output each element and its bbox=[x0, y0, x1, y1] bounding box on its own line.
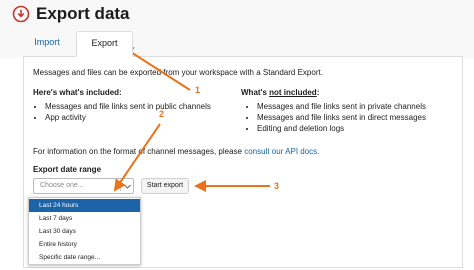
api-info-text: For information on the format of channel… bbox=[33, 147, 245, 156]
intro-text: Messages and files can be exported from … bbox=[33, 68, 323, 77]
included-list: Messages and file links sent in public c… bbox=[33, 101, 211, 123]
annotation-number-3: 3 bbox=[274, 181, 280, 191]
select-placeholder: Choose one... bbox=[40, 182, 84, 189]
date-range-label: Export date range bbox=[33, 165, 102, 174]
page-title: Export data bbox=[36, 4, 130, 23]
annotation-number-2: 2 bbox=[159, 109, 165, 119]
start-export-button[interactable]: Start export bbox=[141, 178, 189, 194]
export-data-page: Export data Import Export Messages and f… bbox=[0, 0, 474, 270]
tab-bar: Import Export bbox=[23, 31, 463, 57]
not-included-heading: What's not included: bbox=[241, 88, 319, 97]
api-info-end: . bbox=[317, 147, 320, 156]
list-item: Messages and file links sent in private … bbox=[257, 101, 426, 112]
date-range-dropdown: Last 24 hours Last 7 days Last 30 days E… bbox=[28, 197, 141, 265]
download-cloud-icon bbox=[12, 5, 30, 23]
not-included-list: Messages and file links sent in private … bbox=[245, 101, 426, 134]
select-divider bbox=[120, 181, 121, 191]
page-header: Export data bbox=[12, 4, 130, 24]
api-docs-link[interactable]: consult our API docs bbox=[244, 147, 317, 156]
heading-suffix: : bbox=[316, 88, 320, 97]
chevron-down-icon bbox=[124, 184, 131, 189]
included-heading: Here's what's included: bbox=[33, 88, 122, 97]
list-item: Messages and file links sent in public c… bbox=[45, 101, 211, 112]
heading-underlined: not included bbox=[269, 88, 317, 97]
date-range-select[interactable]: Choose one... bbox=[33, 178, 134, 194]
api-info: For information on the format of channel… bbox=[33, 147, 319, 156]
heading-prefix: What's bbox=[241, 88, 270, 97]
option-entire-history[interactable]: Entire history bbox=[29, 238, 140, 251]
option-last-24-hours[interactable]: Last 24 hours bbox=[29, 199, 140, 212]
list-item: App activity bbox=[45, 112, 211, 123]
annotation-number-1: 1 bbox=[195, 85, 201, 95]
list-item: Messages and file links sent in direct m… bbox=[257, 112, 426, 123]
option-specific-date-range[interactable]: Specific date range... bbox=[29, 251, 140, 264]
option-last-30-days[interactable]: Last 30 days bbox=[29, 225, 140, 238]
list-item: Editing and deletion logs bbox=[257, 123, 426, 134]
option-last-7-days[interactable]: Last 7 days bbox=[29, 212, 140, 225]
tab-export[interactable]: Export bbox=[76, 31, 133, 57]
tab-import[interactable]: Import bbox=[23, 31, 71, 55]
